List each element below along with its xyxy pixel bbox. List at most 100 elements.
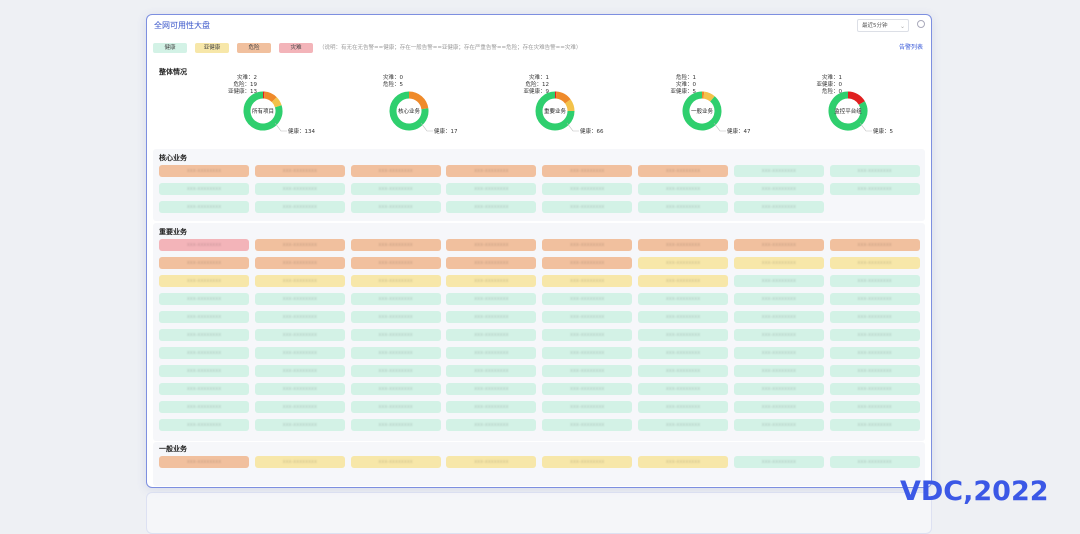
service-tile[interactable]: xxx-xxxxxxxx [255,347,345,359]
service-tile[interactable]: xxx-xxxxxxxx [638,239,728,251]
service-tile[interactable]: xxx-xxxxxxxx [159,239,249,251]
service-tile[interactable]: xxx-xxxxxxxx [351,329,441,341]
service-tile[interactable]: xxx-xxxxxxxx [351,401,441,413]
refresh-icon[interactable] [917,20,925,28]
service-tile[interactable]: xxx-xxxxxxxx [255,419,345,431]
service-tile[interactable]: xxx-xxxxxxxx [734,239,824,251]
service-tile[interactable]: xxx-xxxxxxxx [446,419,536,431]
service-tile[interactable]: xxx-xxxxxxxx [446,201,536,213]
service-tile[interactable]: xxx-xxxxxxxx [351,293,441,305]
service-tile[interactable]: xxx-xxxxxxxx [734,419,824,431]
service-tile[interactable]: xxx-xxxxxxxx [255,201,345,213]
service-tile[interactable]: xxx-xxxxxxxx [351,239,441,251]
service-tile[interactable]: xxx-xxxxxxxx [351,383,441,395]
service-tile[interactable]: xxx-xxxxxxxx [542,347,632,359]
service-tile[interactable]: xxx-xxxxxxxx [734,201,824,213]
service-tile[interactable]: xxx-xxxxxxxx [351,275,441,287]
service-tile[interactable]: xxx-xxxxxxxx [542,365,632,377]
service-tile[interactable]: xxx-xxxxxxxx [255,365,345,377]
service-tile[interactable]: xxx-xxxxxxxx [542,239,632,251]
service-tile[interactable]: xxx-xxxxxxxx [255,257,345,269]
service-tile[interactable]: xxx-xxxxxxxx [351,347,441,359]
alarm-list-link[interactable]: 告警列表 [899,43,923,53]
service-tile[interactable]: xxx-xxxxxxxx [638,275,728,287]
service-tile[interactable]: xxx-xxxxxxxx [255,456,345,468]
service-tile[interactable]: xxx-xxxxxxxx [638,383,728,395]
service-tile[interactable]: xxx-xxxxxxxx [542,293,632,305]
service-tile[interactable]: xxx-xxxxxxxx [351,311,441,323]
service-tile[interactable]: xxx-xxxxxxxx [159,401,249,413]
service-tile[interactable]: xxx-xxxxxxxx [255,401,345,413]
service-tile[interactable]: xxx-xxxxxxxx [830,419,920,431]
service-tile[interactable]: xxx-xxxxxxxx [734,183,824,195]
service-tile[interactable]: xxx-xxxxxxxx [446,165,536,177]
service-tile[interactable]: xxx-xxxxxxxx [734,383,824,395]
service-tile[interactable]: xxx-xxxxxxxx [734,456,824,468]
service-tile[interactable]: xxx-xxxxxxxx [159,329,249,341]
service-tile[interactable]: xxx-xxxxxxxx [159,383,249,395]
service-tile[interactable]: xxx-xxxxxxxx [734,365,824,377]
service-tile[interactable]: xxx-xxxxxxxx [351,257,441,269]
service-tile[interactable]: xxx-xxxxxxxx [159,275,249,287]
service-tile[interactable]: xxx-xxxxxxxx [159,311,249,323]
service-tile[interactable]: xxx-xxxxxxxx [734,401,824,413]
service-tile[interactable]: xxx-xxxxxxxx [159,347,249,359]
service-tile[interactable]: xxx-xxxxxxxx [542,401,632,413]
service-tile[interactable]: xxx-xxxxxxxx [638,347,728,359]
service-tile[interactable]: xxx-xxxxxxxx [638,329,728,341]
service-tile[interactable]: xxx-xxxxxxxx [446,347,536,359]
service-tile[interactable]: xxx-xxxxxxxx [446,275,536,287]
service-tile[interactable]: xxx-xxxxxxxx [542,311,632,323]
service-tile[interactable]: xxx-xxxxxxxx [159,293,249,305]
service-tile[interactable]: xxx-xxxxxxxx [255,239,345,251]
service-tile[interactable]: xxx-xxxxxxxx [638,293,728,305]
time-range-select[interactable]: 最近5分钟 ⌄ [857,19,909,32]
service-tile[interactable]: xxx-xxxxxxxx [638,365,728,377]
service-tile[interactable]: xxx-xxxxxxxx [255,293,345,305]
service-tile[interactable]: xxx-xxxxxxxx [446,456,536,468]
service-tile[interactable]: xxx-xxxxxxxx [734,293,824,305]
service-tile[interactable]: xxx-xxxxxxxx [734,329,824,341]
service-tile[interactable]: xxx-xxxxxxxx [830,329,920,341]
service-tile[interactable]: xxx-xxxxxxxx [830,383,920,395]
service-tile[interactable]: xxx-xxxxxxxx [159,419,249,431]
service-tile[interactable]: xxx-xxxxxxxx [830,456,920,468]
service-tile[interactable]: xxx-xxxxxxxx [734,165,824,177]
service-tile[interactable]: xxx-xxxxxxxx [446,183,536,195]
service-tile[interactable]: xxx-xxxxxxxx [159,183,249,195]
service-tile[interactable]: xxx-xxxxxxxx [446,293,536,305]
service-tile[interactable]: xxx-xxxxxxxx [351,456,441,468]
service-tile[interactable]: xxx-xxxxxxxx [446,257,536,269]
service-tile[interactable]: xxx-xxxxxxxx [542,257,632,269]
service-tile[interactable]: xxx-xxxxxxxx [255,165,345,177]
service-tile[interactable]: xxx-xxxxxxxx [446,401,536,413]
service-tile[interactable]: xxx-xxxxxxxx [351,165,441,177]
service-tile[interactable]: xxx-xxxxxxxx [734,347,824,359]
service-tile[interactable]: xxx-xxxxxxxx [446,383,536,395]
service-tile[interactable]: xxx-xxxxxxxx [542,456,632,468]
service-tile[interactable]: xxx-xxxxxxxx [830,347,920,359]
service-tile[interactable]: xxx-xxxxxxxx [542,383,632,395]
service-tile[interactable]: xxx-xxxxxxxx [446,329,536,341]
service-tile[interactable]: xxx-xxxxxxxx [638,311,728,323]
service-tile[interactable]: xxx-xxxxxxxx [159,365,249,377]
service-tile[interactable]: xxx-xxxxxxxx [638,401,728,413]
service-tile[interactable]: xxx-xxxxxxxx [830,365,920,377]
service-tile[interactable]: xxx-xxxxxxxx [830,401,920,413]
service-tile[interactable]: xxx-xxxxxxxx [255,275,345,287]
service-tile[interactable]: xxx-xxxxxxxx [542,165,632,177]
service-tile[interactable]: xxx-xxxxxxxx [446,239,536,251]
service-tile[interactable]: xxx-xxxxxxxx [734,257,824,269]
service-tile[interactable]: xxx-xxxxxxxx [830,183,920,195]
service-tile[interactable]: xxx-xxxxxxxx [446,365,536,377]
service-tile[interactable]: xxx-xxxxxxxx [638,456,728,468]
service-tile[interactable]: xxx-xxxxxxxx [638,201,728,213]
service-tile[interactable]: xxx-xxxxxxxx [830,311,920,323]
service-tile[interactable]: xxx-xxxxxxxx [255,183,345,195]
service-tile[interactable]: xxx-xxxxxxxx [830,239,920,251]
service-tile[interactable]: xxx-xxxxxxxx [255,383,345,395]
service-tile[interactable]: xxx-xxxxxxxx [638,419,728,431]
service-tile[interactable]: xxx-xxxxxxxx [542,275,632,287]
service-tile[interactable]: xxx-xxxxxxxx [351,183,441,195]
service-tile[interactable]: xxx-xxxxxxxx [159,257,249,269]
